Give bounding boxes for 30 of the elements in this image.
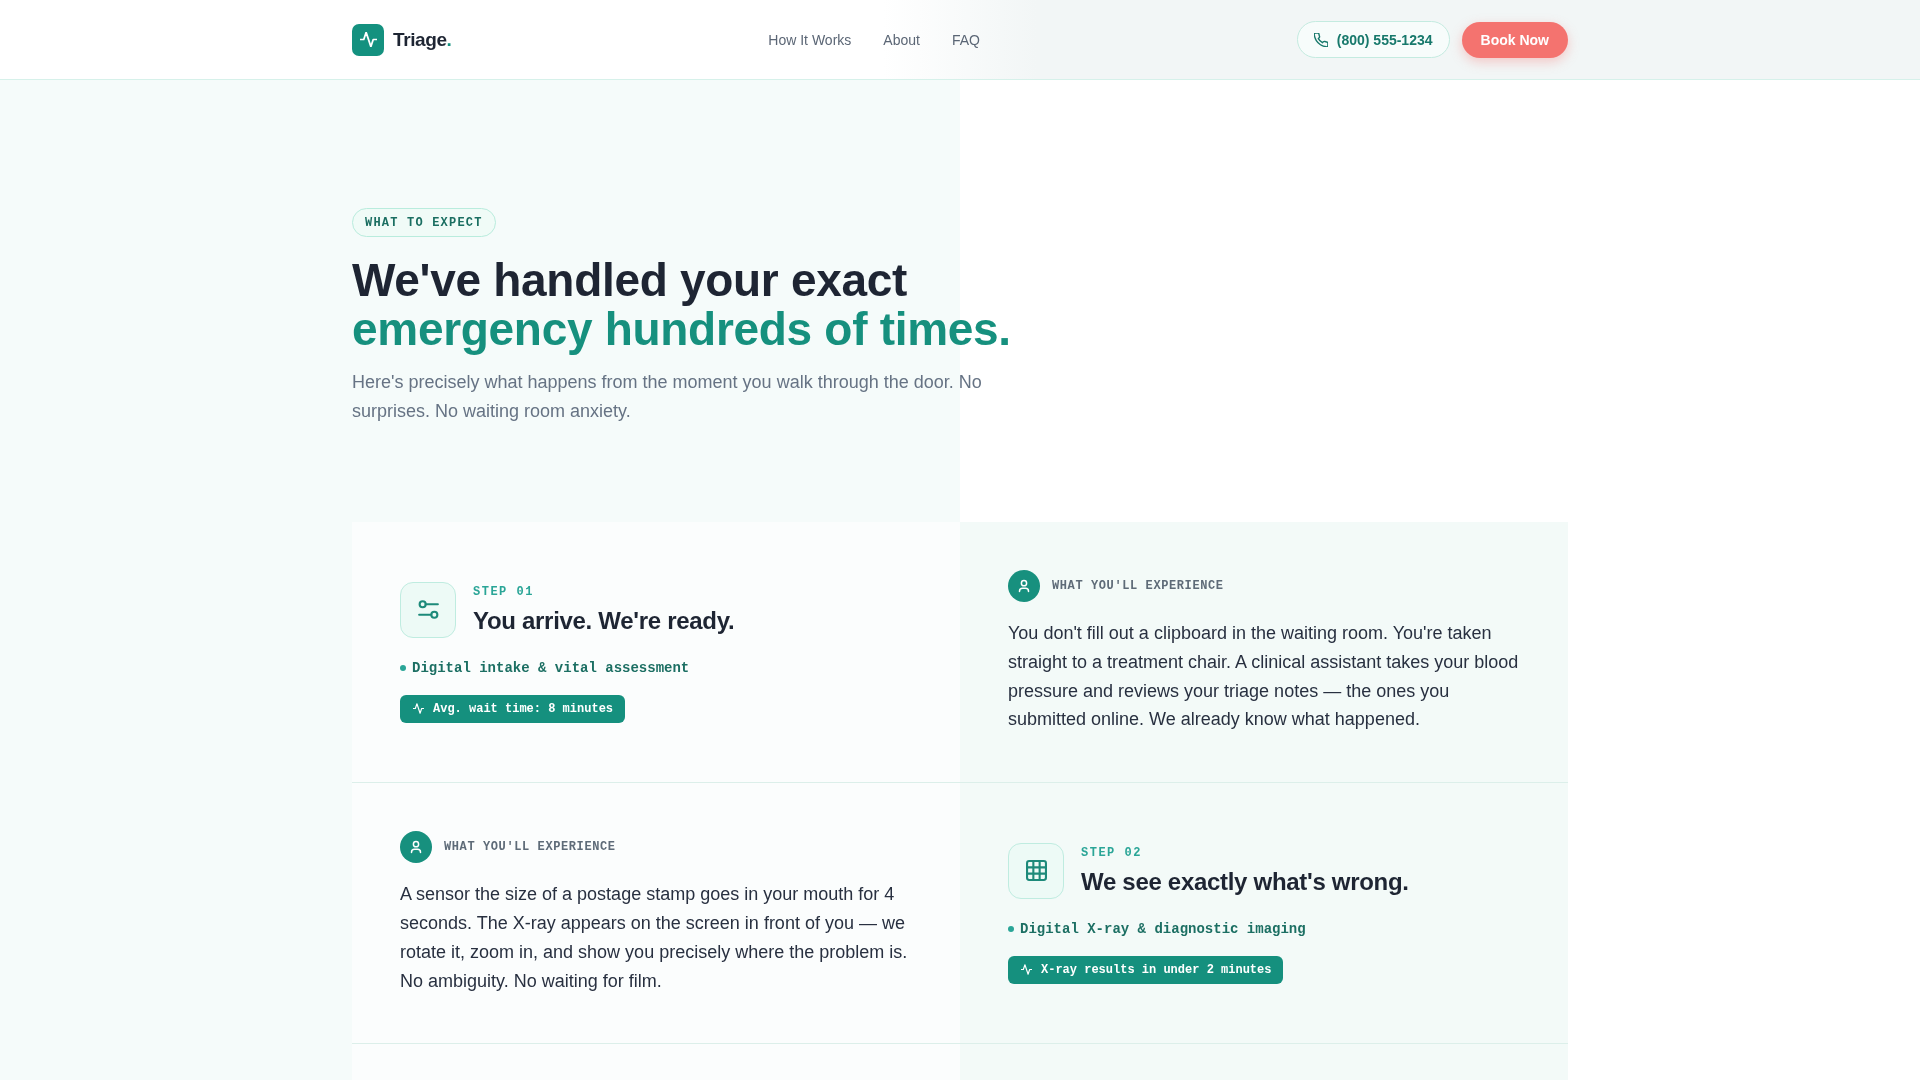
eyebrow-tag: WHAT TO EXPECT <box>352 208 496 237</box>
experience-text: You don't fill out a clipboard in the waiting room. You're taken straight to a treatment chair. A clinical assistant takes your blood pressure and reviews your triage notes — the ones you submitted online. We already know what happened. <box>1008 622 1520 732</box>
nav-link[interactable]: FAQ <box>951 31 980 48</box>
headline: We've handled your exact emergency hundreds of times. <box>352 256 1012 354</box>
experience-text: A sensor the size of a postage stamp goes in your mouth for 4 seconds. The X-ray appears on the screen in front of you — we rotate it, zoom in, and show you precisely where the problem is. No ambiguity. No waiting for film. <box>400 883 909 993</box>
pulse-icon <box>413 703 424 715</box>
sliders-icon <box>400 581 456 638</box>
experience-label: WHAT YOU'LL EXPERIENCE <box>444 840 616 855</box>
step-title: You arrive. We're ready. <box>473 605 735 636</box>
stat-text: X-ray results in under 2 minutes <box>1041 962 1272 977</box>
feature-text: Digital intake & vital assessment <box>412 658 690 678</box>
grid-icon <box>1008 842 1064 899</box>
brand-name[interactable]: Triage. <box>393 28 452 51</box>
pulse-icon <box>1021 964 1032 976</box>
experience-label: WHAT YOU'LL EXPERIENCE <box>1052 579 1224 593</box>
phone-icon <box>1313 32 1328 47</box>
step-title: We see exactly what's wrong. <box>1081 866 1409 897</box>
phone-button[interactable]: (800) 555-1234 <box>1296 21 1450 58</box>
nav-link[interactable]: How It Works <box>768 31 852 48</box>
nav-link[interactable]: About <box>883 31 920 48</box>
user-icon <box>400 831 432 864</box>
step-number: STEP 01 <box>473 583 535 600</box>
user-icon <box>1008 570 1040 602</box>
stat-text: Avg. wait time: 8 minutes <box>433 701 614 716</box>
step-number: STEP 02 <box>1081 844 1143 861</box>
hero-subtitle: Here's precisely what happens from the moment you walk through the door. No surprises. No waiting room anxiety. <box>352 371 983 423</box>
logo-icon <box>352 23 384 56</box>
bullet-dot-icon <box>400 664 406 671</box>
feature-text: Digital X-ray & diagnostic imaging <box>1020 919 1306 939</box>
bullet-dot-icon <box>1008 925 1014 932</box>
